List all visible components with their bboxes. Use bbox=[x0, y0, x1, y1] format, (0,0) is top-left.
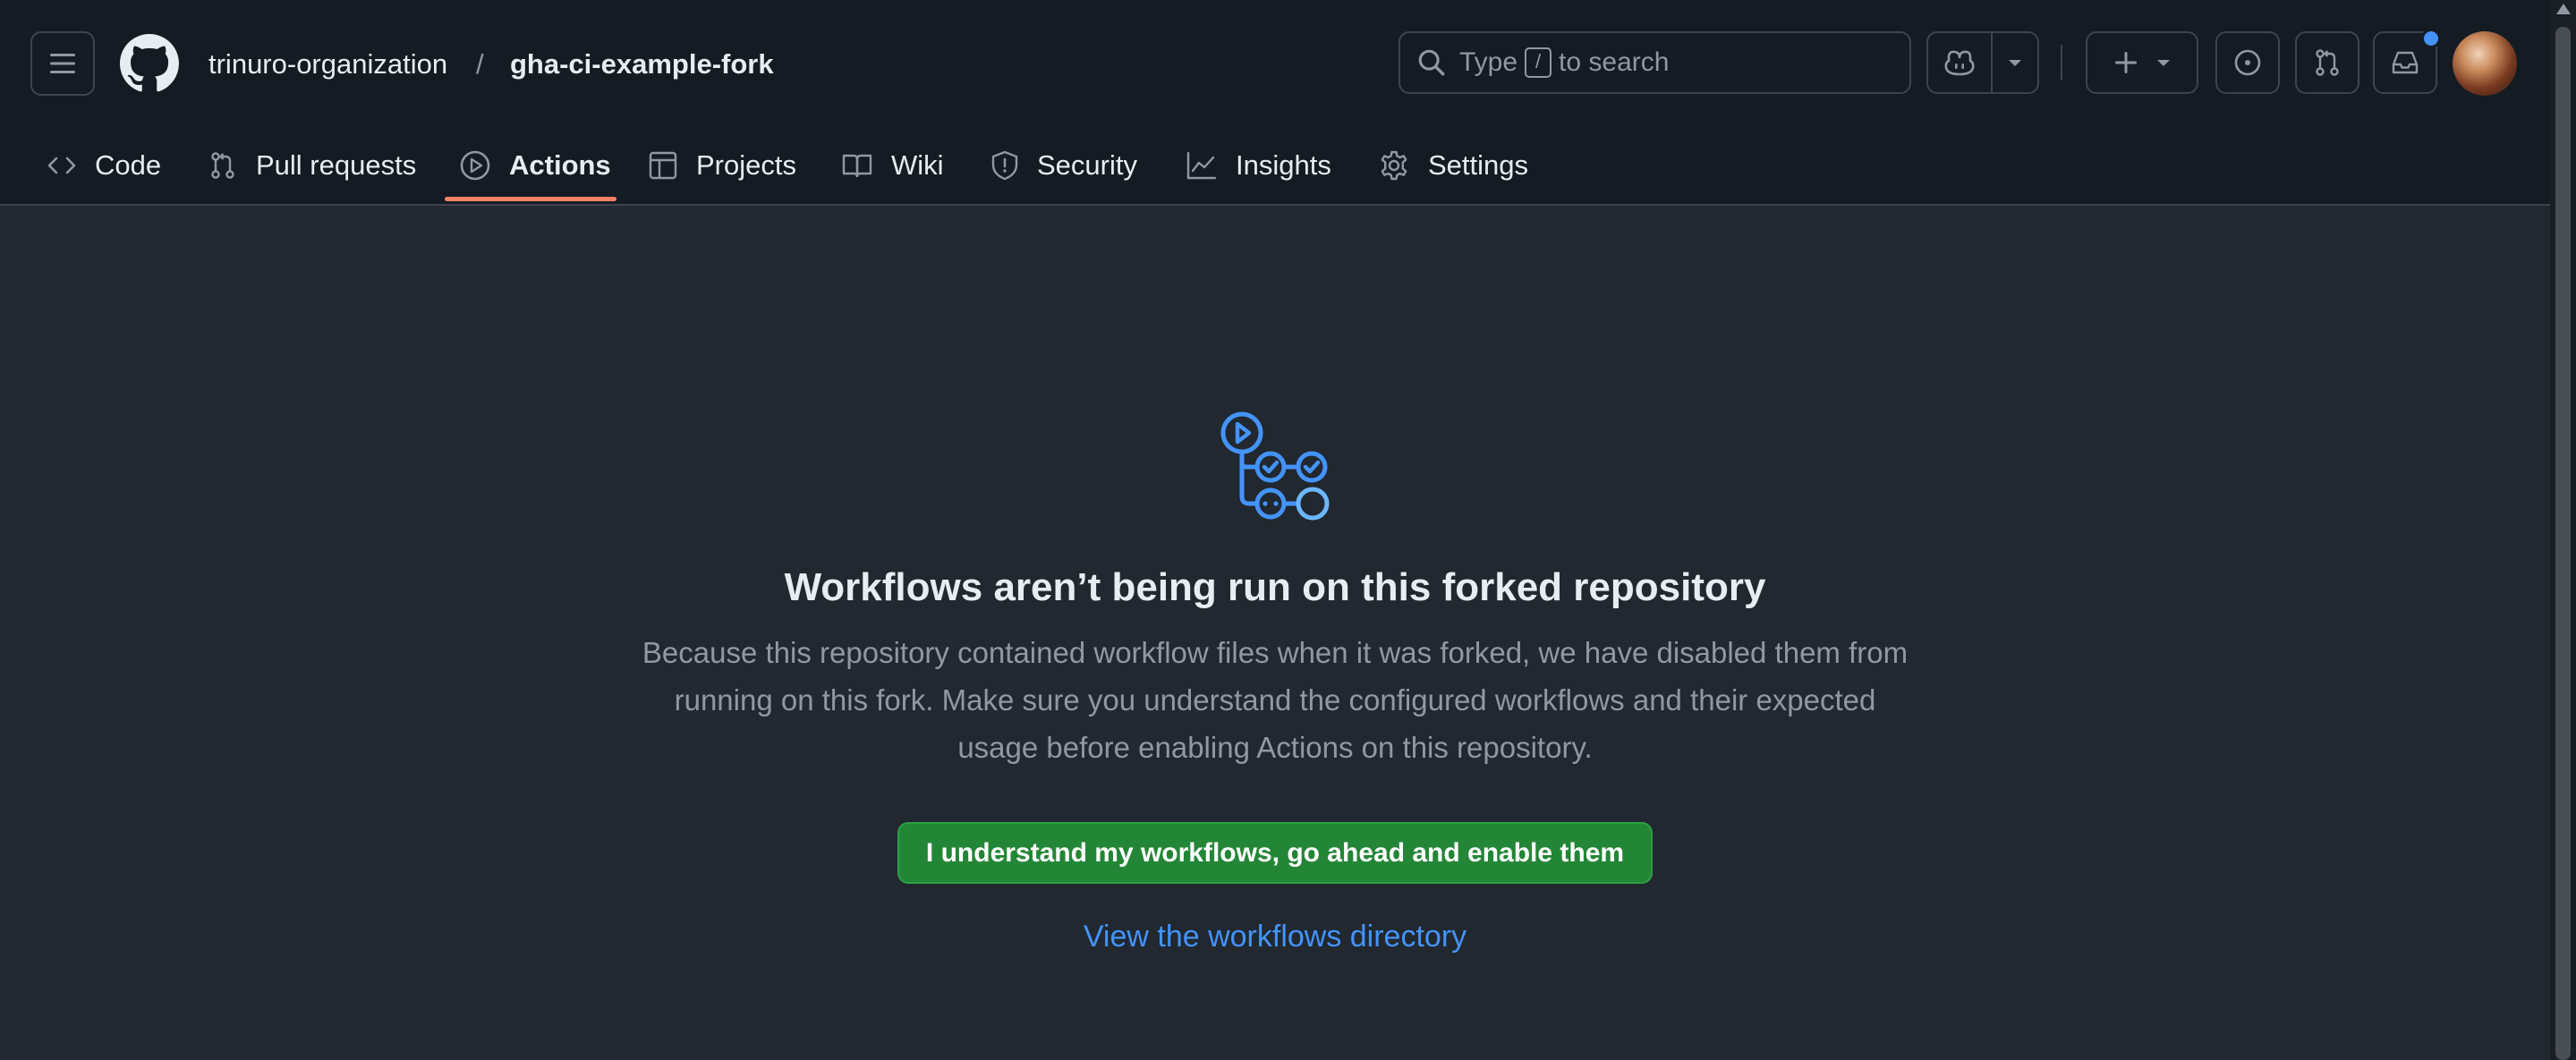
graph-icon bbox=[1186, 151, 1217, 180]
gear-icon bbox=[1381, 150, 1407, 181]
tab-code[interactable]: Code bbox=[47, 127, 161, 204]
active-tab-indicator bbox=[445, 197, 616, 201]
hamburger-menu-button[interactable] bbox=[30, 31, 95, 96]
repo-tabs: Code Pull requests Actions Projects Wiki… bbox=[0, 127, 2550, 204]
issues-icon bbox=[2234, 49, 2261, 76]
scrollbar-thumb[interactable] bbox=[2555, 27, 2571, 1060]
tab-projects[interactable]: Projects bbox=[648, 127, 796, 204]
code-icon bbox=[47, 157, 76, 174]
search-input[interactable]: Type / to search bbox=[1399, 31, 1911, 94]
scrollbar[interactable] bbox=[2550, 0, 2576, 1060]
repo-header: trinuro-organization / gha-ci-example-fo… bbox=[0, 0, 2550, 206]
enable-workflows-button[interactable]: I understand my workflows, go ahead and … bbox=[897, 822, 1653, 884]
table-icon bbox=[649, 151, 677, 180]
avatar[interactable] bbox=[2453, 31, 2517, 96]
book-icon bbox=[842, 154, 872, 178]
header-divider bbox=[2061, 45, 2062, 81]
plus-icon bbox=[2115, 52, 2137, 73]
breadcrumb-repo[interactable]: gha-ci-example-fork bbox=[510, 45, 774, 84]
search-icon bbox=[1418, 49, 1445, 76]
tab-label: Projects bbox=[696, 149, 796, 181]
tab-label: Security bbox=[1037, 149, 1137, 181]
pull-requests-button[interactable] bbox=[2295, 31, 2359, 94]
scroll-up-arrow-icon[interactable] bbox=[2556, 4, 2571, 14]
page-title: Workflows aren’t being run on this forke… bbox=[784, 565, 1766, 609]
tab-label: Insights bbox=[1236, 149, 1331, 181]
copilot-dropdown-button[interactable] bbox=[1993, 33, 2037, 92]
github-logo-icon[interactable] bbox=[120, 34, 179, 93]
issues-button[interactable] bbox=[2215, 31, 2280, 94]
pull-request-icon bbox=[211, 152, 234, 179]
tab-label: Actions bbox=[509, 149, 611, 181]
view-workflows-directory-link[interactable]: View the workflows directory bbox=[1084, 920, 1467, 954]
play-icon bbox=[460, 150, 490, 181]
copilot-button[interactable] bbox=[1928, 33, 1993, 92]
tab-wiki[interactable]: Wiki bbox=[841, 127, 944, 204]
chevron-down-icon bbox=[2157, 60, 2170, 66]
chevron-down-icon bbox=[2009, 60, 2021, 66]
tab-actions[interactable]: Actions bbox=[459, 127, 611, 204]
tab-label: Pull requests bbox=[256, 149, 417, 181]
pull-request-icon bbox=[2316, 49, 2339, 76]
search-placeholder-prefix: Type bbox=[1459, 47, 1518, 77]
inbox-icon bbox=[2392, 51, 2419, 74]
description-line: usage before enabling Actions on this re… bbox=[957, 731, 1593, 764]
breadcrumb-separator: / bbox=[476, 48, 484, 80]
search-shortcut-key: / bbox=[1525, 47, 1552, 78]
tab-security[interactable]: Security bbox=[990, 127, 1137, 204]
create-new-button[interactable] bbox=[2086, 31, 2198, 94]
tab-settings[interactable]: Settings bbox=[1378, 127, 1528, 204]
breadcrumb-owner[interactable]: trinuro-organization bbox=[208, 45, 447, 84]
tab-pull-requests[interactable]: Pull requests bbox=[208, 127, 416, 204]
view-link-container: View the workflows directory bbox=[0, 920, 2550, 954]
search-placeholder-suffix: to search bbox=[1559, 47, 1670, 77]
tab-insights[interactable]: Insights bbox=[1186, 127, 1331, 204]
workflow-icon bbox=[1220, 411, 1330, 521]
copilot-icon bbox=[1944, 50, 1975, 76]
global-nav: trinuro-organization / gha-ci-example-fo… bbox=[0, 0, 2550, 127]
tab-label: Settings bbox=[1428, 149, 1529, 181]
shield-icon bbox=[991, 150, 1018, 181]
description-line: Because this repository contained workfl… bbox=[642, 636, 1909, 669]
description: Because this repository contained workfl… bbox=[582, 629, 1968, 771]
notification-indicator bbox=[2421, 29, 2441, 48]
description-line: running on this fork. Make sure you unde… bbox=[674, 683, 1876, 717]
tab-label: Wiki bbox=[891, 149, 944, 181]
tab-label: Code bbox=[95, 149, 162, 181]
hamburger-menu-icon bbox=[50, 54, 75, 73]
copilot-button-group bbox=[1926, 31, 2039, 94]
